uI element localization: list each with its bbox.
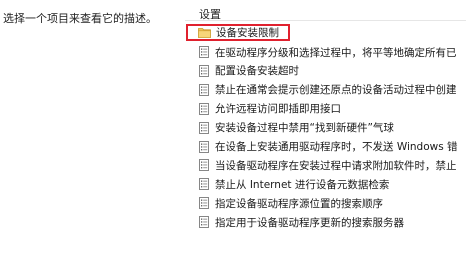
policy-item[interactable]: 在设备上安装通用驱动程序时，不发送 Windows 错 [185, 138, 466, 156]
folder-label: 设备安装限制 [216, 27, 279, 39]
policy-item-label: 配置设备安装超时 [215, 65, 299, 78]
policy-setting-icon [199, 46, 209, 58]
policy-setting-icon [199, 178, 209, 191]
policy-setting-icon [199, 83, 209, 96]
policy-setting-icon [199, 121, 209, 134]
description-text: 选择一个项目来查看它的描述。 [3, 12, 157, 25]
policy-item[interactable]: 指定用于设备驱动程序更新的搜索服务器 [185, 213, 466, 231]
policy-item[interactable]: 允许远程访问即插即用接口 [185, 100, 466, 118]
policy-item[interactable]: 安装设备过程中禁用“找到新硬件”气球 [185, 119, 466, 137]
policy-item-label: 当设备驱动程序在安装过程中请求附加软件时，禁止 [215, 159, 457, 172]
column-header-divider [185, 20, 466, 21]
policy-item[interactable]: 禁止从 Internet 进行设备元数据检索 [185, 175, 466, 193]
folder-icon [198, 28, 211, 38]
policy-item[interactable]: 在驱动程序分级和选择过程中，将平等地确定所有已 [185, 43, 466, 61]
policy-item-label: 在驱动程序分级和选择过程中，将平等地确定所有已 [215, 46, 457, 59]
policy-item-label: 安装设备过程中禁用“找到新硬件”气球 [215, 122, 394, 135]
settings-list[interactable]: 设置 设备安装限制 在驱动程序分级和选择过程中，将平等地确定所有已 配置设备安装超… [185, 0, 466, 262]
policy-setting-icon [199, 102, 209, 115]
policy-setting-icon [199, 64, 209, 77]
policy-item-label: 允许远程访问即插即用接口 [215, 103, 341, 116]
policy-setting-icon [199, 197, 209, 210]
policy-setting-icon [199, 140, 209, 153]
policy-item[interactable]: 禁止在通常会提示创建还原点的设备活动过程中创建 [185, 81, 466, 99]
policy-setting-icon [199, 159, 209, 172]
policy-item-label: 禁止在通常会提示创建还原点的设备活动过程中创建 [215, 84, 457, 97]
policy-item-label: 指定设备驱动程序源位置的搜索顺序 [215, 197, 383, 210]
policy-item-label: 指定用于设备驱动程序更新的搜索服务器 [215, 216, 404, 229]
folder-device-installation-restrictions[interactable]: 设备安装限制 [186, 24, 290, 41]
policy-item-label: 在设备上安装通用驱动程序时，不发送 Windows 错 [215, 141, 458, 153]
policy-item[interactable]: 配置设备安装超时 [185, 62, 466, 80]
policy-setting-icon [199, 216, 209, 229]
policy-item-label: 禁止从 Internet 进行设备元数据检索 [215, 178, 390, 191]
policy-item[interactable]: 当设备驱动程序在安装过程中请求附加软件时，禁止 [185, 156, 466, 174]
policy-item[interactable]: 指定设备驱动程序源位置的搜索顺序 [185, 194, 466, 212]
